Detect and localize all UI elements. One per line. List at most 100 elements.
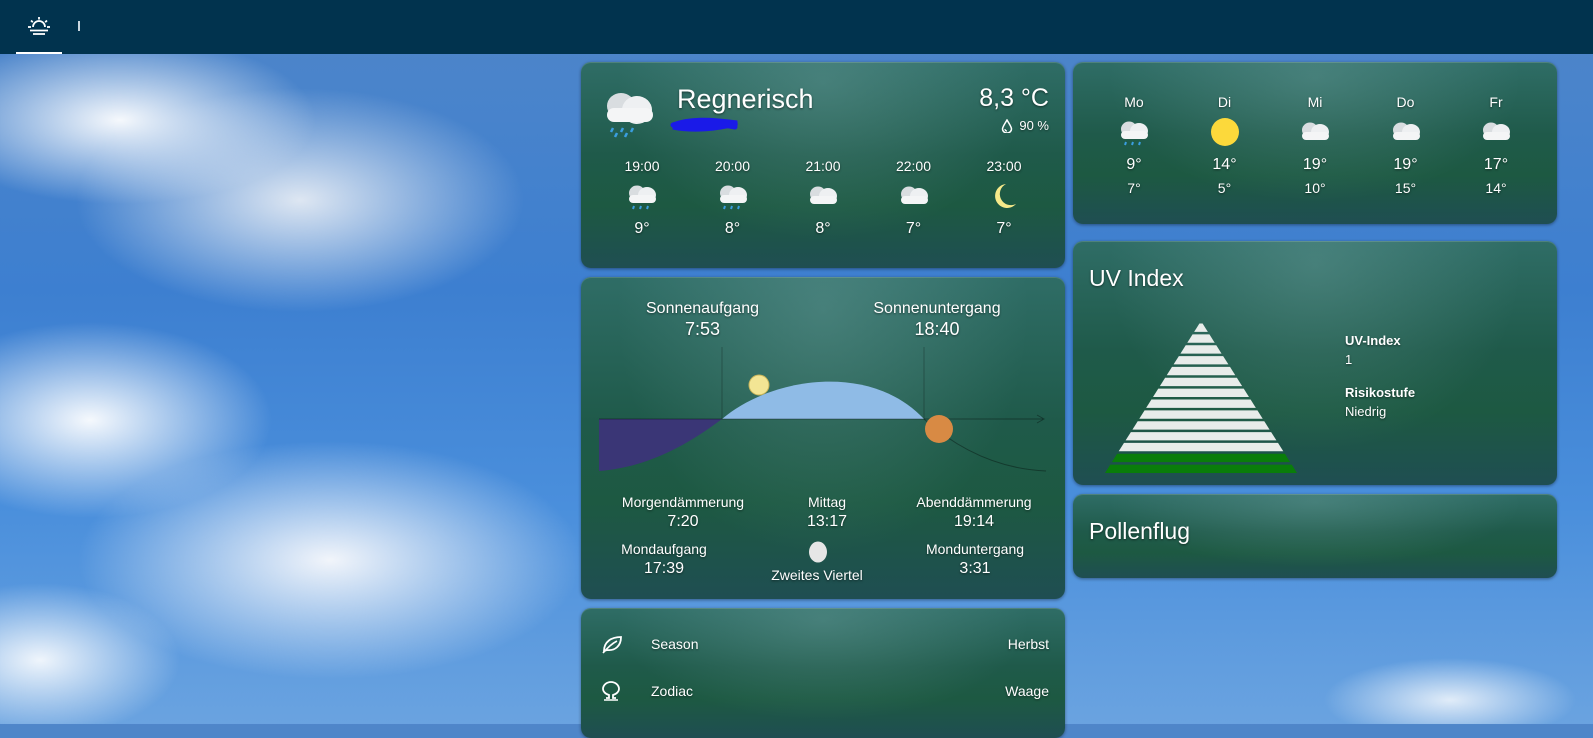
day-high: 17° [1483,156,1509,173]
uv-pyramid-graphic [1105,323,1297,473]
uv-index-card[interactable]: UV Index UV-Index 1 Risikostufe Niedrig [1073,241,1557,485]
hour-time: 22:00 [895,158,932,174]
day-high: 19° [1393,156,1418,173]
uv-band [1166,366,1236,376]
redaction-scribble [670,117,738,132]
forecast-day: Mi 19° 10° [1270,94,1360,196]
forecast-day: Di 14° 5° [1180,94,1270,196]
hourly-item: 23:00 7° [959,158,1049,238]
dawn-block: Morgendämmerung 7:20 [611,493,755,531]
uv-band [1146,399,1256,408]
hour-temp: 7° [905,220,922,237]
uv-band [1194,323,1208,332]
pollen-card-title: Pollenflug [1089,518,1191,544]
hourly-item: 22:00 7° [869,158,959,238]
uv-band [1187,334,1215,343]
daily-forecast-list: Mo 9° 7° Di 14° 5° Mi 19° 10° Do 19° 15°… [1089,94,1541,196]
sunrise-icon [28,17,50,35]
dusk-block: Abenddämmerung 19:14 [899,493,1049,531]
water-drop-icon [1002,118,1013,133]
hourly-item: 21:00 8° [778,158,868,238]
season-zodiac-card[interactable]: Season Herbst Zodiac Waage [581,608,1065,738]
dawn-time: 7:20 [667,513,699,530]
hour-temp: 7° [996,220,1012,237]
tab-separator-icon [78,21,80,31]
day-low: 15° [1394,180,1417,196]
day-name: Mo [1124,94,1144,110]
humidity-value: 90 % [1019,118,1049,133]
current-weather-card[interactable]: Regnerisch 8,3 °C 90 % 19:00 9° 20:00 8°… [581,62,1065,268]
hour-temp: 9° [634,220,650,237]
moonset-block: Monduntergang 3:31 [915,540,1035,578]
uv-band-active [1105,464,1297,473]
top-bar [0,0,1593,54]
risk-level-value: Niedrig [1345,404,1387,419]
moonset-label: Monduntergang [925,541,1025,557]
attribute-row-season[interactable]: Season Herbst [601,629,1049,659]
uv-index-label: UV-Index [1345,333,1401,348]
uv-index-value: 1 [1345,352,1353,367]
dusk-label: Abenddämmerung [916,494,1032,510]
day-high: 9° [1126,156,1142,173]
noon-label: Mittag [807,494,847,510]
uv-band [1132,421,1270,430]
hour-time: 23:00 [986,158,1022,174]
forecast-day: Do 19° 15° [1361,94,1451,196]
omega-icon [601,681,637,701]
hour-time: 21:00 [805,158,841,174]
hourly-forecast: 19:00 9° 20:00 8° 21:00 8° 22:00 7° 23:0… [597,158,1049,238]
uv-band-active [1111,453,1291,463]
tab-sunrise[interactable] [16,0,62,54]
dawn-label: Morgendämmerung [621,494,745,510]
uv-card-title: UV Index [1089,265,1184,291]
moonset-time: 3:31 [959,560,991,577]
tab-second[interactable] [72,14,86,38]
uv-band [1153,388,1249,397]
leaf-icon [601,634,637,654]
day-name: Fr [1489,94,1503,110]
rain-cloud-icon [1121,121,1148,146]
cloud-icon [1483,122,1510,140]
dusk-time: 19:14 [953,513,995,530]
condition-text: Regnerisch [677,84,814,114]
sun-icon [1210,118,1239,146]
moon-phase-icon [809,541,827,563]
forecast-day: Mo 9° 7° [1089,94,1179,196]
uv-band [1173,356,1229,365]
noon-time: 13:17 [806,513,848,530]
day-name: Di [1217,94,1232,110]
daily-forecast-card[interactable]: Mo 9° 7° Di 14° 5° Mi 19° 10° Do 19° 15°… [1073,62,1557,224]
attribute-value: Waage [1005,683,1049,699]
rain-cloud-icon [607,93,653,138]
attribute-label: Zodiac [651,683,694,699]
uv-band [1125,432,1277,441]
day-name: Do [1396,94,1415,110]
moon-marker [748,374,770,396]
humidity: 90 % [1001,118,1049,133]
attribute-value: Herbst [1007,636,1049,652]
attribute-row-zodiac[interactable]: Zodiac Waage [601,676,1049,706]
day-low: 7° [1127,180,1141,196]
hourly-item: 19:00 9° [597,158,687,238]
rain-cloud-icon [719,185,747,210]
day-high: 14° [1212,156,1237,173]
sun-card[interactable]: Sonnenaufgang 7:53 Sonnenuntergang 18:40… [581,277,1065,599]
uv-band [1139,410,1263,419]
moonrise-label: Mondaufgang [621,541,707,557]
uv-band [1118,442,1284,452]
day-name: Mi [1307,94,1323,110]
cloud-icon [810,186,837,204]
day-low: 10° [1304,180,1326,196]
rain-cloud-icon [629,185,656,210]
noon-block: Mittag 13:17 [781,493,873,531]
hour-temp: 8° [815,220,831,237]
forecast-day: Fr 17° 14° [1451,94,1541,196]
cloud-icon [1392,122,1420,140]
cloud-icon [1302,122,1329,140]
hourly-item: 20:00 8° [688,158,778,238]
uv-band [1180,345,1222,354]
pollen-card[interactable]: Pollenflug [1073,494,1557,578]
risk-level-label: Risikostufe [1345,385,1416,400]
uv-band [1159,377,1243,387]
day-low: 14° [1485,180,1507,196]
